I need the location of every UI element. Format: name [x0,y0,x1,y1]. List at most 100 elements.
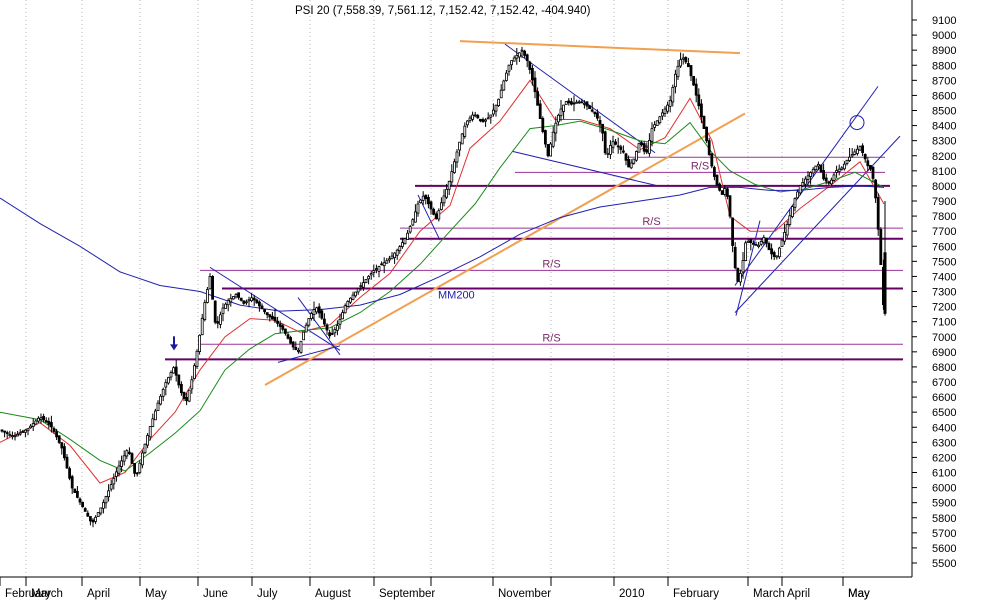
price-bar-body [177,374,181,386]
price-bar-body [447,180,451,190]
price-bar-body [507,64,511,72]
price-bar-body [278,323,282,327]
price-bar-body [107,490,110,498]
price-bar-body [739,272,742,283]
price-bar-body [588,105,591,110]
price-bar-body [205,289,209,303]
price-bar-body [377,266,381,272]
price-bar-body [102,502,105,509]
price-bar-body [224,303,228,309]
price-bar-body [89,516,92,522]
price-bar-body [195,350,199,367]
price-bar-body [676,65,680,78]
price-bar-body [382,262,386,267]
y-tick-label: 8900 [932,45,956,57]
price-bar-body [161,388,165,397]
price-bar-body [541,118,545,133]
y-tick-label: 6100 [932,468,956,480]
y-tick-label: 8200 [932,151,956,163]
price-bar-body [577,101,581,104]
price-bar-body [866,160,870,167]
y-tick-label: 5600 [932,543,956,555]
price-bar-body [226,299,230,306]
price-bar-body [811,168,815,174]
price-bar-body [546,144,550,157]
y-tick-label: 6900 [932,347,956,359]
price-bar-body [294,346,298,350]
price-bar-body [650,128,654,142]
x-tick-label: April [787,588,810,600]
price-bar-body [42,415,45,421]
price-bar-body [252,297,256,301]
price-bar-body [619,146,623,150]
price-bar-body [835,170,838,173]
price-bar-body [554,122,558,134]
x-tick-label: March [753,588,785,600]
price-bar-body [76,490,79,498]
price-bar-body [99,507,103,514]
price-bar-body [419,199,423,204]
price-bar-body [450,171,454,183]
price-bar-body [788,215,792,225]
price-bar-body [668,100,672,107]
price-bar-body [832,174,836,181]
price-bar-body [575,101,578,104]
price-bar-body [635,151,638,161]
price-bar-body [502,80,506,91]
price-bar-body [637,143,641,153]
y-tick-label: 6300 [932,437,956,449]
support-resistance-label: R/S [542,258,560,270]
price-bar-body [611,141,615,148]
price-bar-body [400,242,404,247]
price-bar-body [73,488,77,493]
price-bar-body [372,270,376,273]
price-bar-body [484,119,488,122]
price-bar-body [255,299,259,304]
price-bar-body [81,501,84,508]
y-tick-label: 7300 [932,287,956,299]
price-bar-body [824,177,828,182]
x-tick-label: June [203,588,228,600]
price-bar-body [663,108,667,114]
price-bar-body [286,334,290,339]
price-bar-body [544,130,547,145]
price-bar-body [437,210,441,220]
price-bar-body [34,420,38,425]
price-bar-body [489,114,493,118]
price-bar-body [374,268,378,271]
price-bar-body [869,164,872,170]
price-bar-body [148,426,152,438]
price-bar-body [346,300,350,307]
x-tick-label: May [145,588,167,600]
price-bar-body [564,101,568,105]
price-bar-body [187,389,191,402]
price-bar-body [117,465,121,474]
price-bar-body [393,252,397,259]
price-bar-body [403,238,407,245]
price-bar-body [499,89,503,99]
price-bar-body [104,496,108,504]
price-bar-body [426,196,430,205]
price-bar-body [78,498,82,503]
price-bar-body [736,267,740,282]
price-bar-body [65,456,69,469]
price-bar-body [614,141,617,145]
price-bar-body [504,72,508,81]
price-bar-body [697,94,701,107]
price-bar-body [494,104,498,112]
price-bar-body [593,111,597,115]
price-bar-body [661,112,664,117]
price-bar-body [853,151,857,155]
price-bar-body [276,320,280,324]
price-bar-body [127,451,131,455]
price-bar-body [115,471,118,477]
price-bar-body [333,329,337,334]
y-tick-label: 7500 [932,256,956,268]
y-tick-label: 7700 [932,226,956,238]
price-bar-body [369,273,373,276]
price-bar-body [322,318,326,325]
price-bar-body [146,434,150,446]
price-bar-body [192,365,196,379]
price-bar-body [231,296,235,300]
price-bar-body [229,297,233,303]
